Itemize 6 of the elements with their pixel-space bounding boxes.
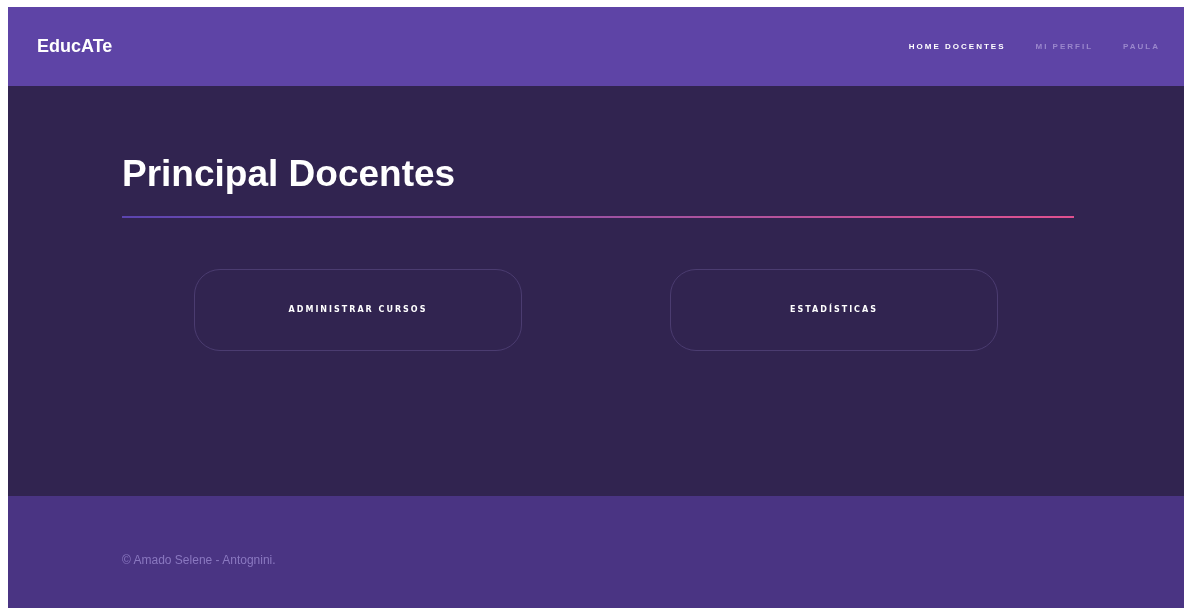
brand-logo[interactable]: EducATe <box>37 33 113 60</box>
menu-card-button[interactable]: ADMINISTRAR CURSOS <box>194 269 522 351</box>
copyright-text: © Amado Selene - Antognini. <box>122 552 277 569</box>
page-title: Principal Docentes <box>122 154 457 194</box>
menu-card-button[interactable]: ESTADÍSTICAS <box>670 269 998 351</box>
nav-link[interactable]: HOME DOCENTES <box>908 40 1006 53</box>
